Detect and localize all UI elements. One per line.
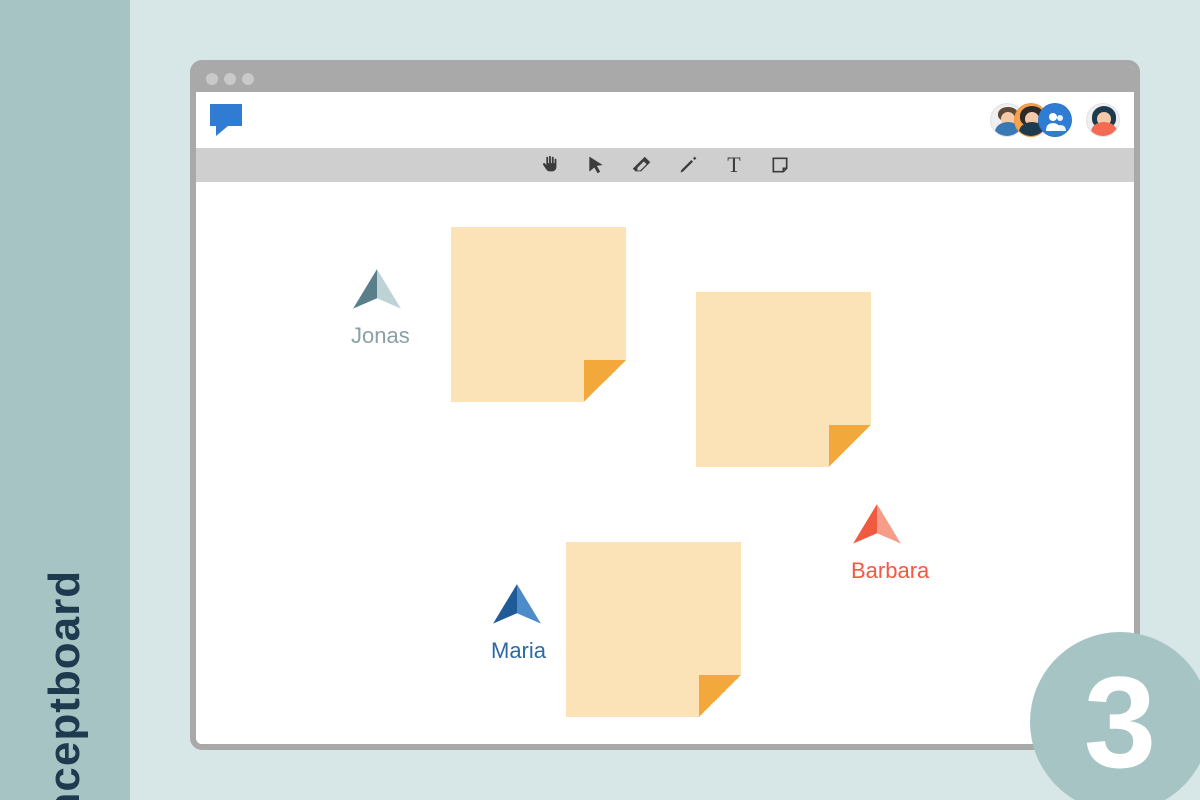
collaborator-avatars <box>990 103 1120 137</box>
app-window: T Jonas <box>190 60 1140 750</box>
toolbar: T <box>196 148 1134 182</box>
sticky-note[interactable] <box>566 542 741 717</box>
brand-sidebar: Conceptboard <box>0 0 130 800</box>
collaborator-cursor: Jonas <box>351 267 410 349</box>
sticky-note[interactable] <box>451 227 626 402</box>
sticky-tool-icon[interactable] <box>769 154 791 176</box>
collaborator-cursor: Barbara <box>851 502 929 584</box>
cursor-label: Barbara <box>851 558 929 584</box>
pointer-tool-icon[interactable] <box>585 154 607 176</box>
window-control-dot[interactable] <box>206 73 218 85</box>
header-bar <box>196 92 1134 148</box>
cursor-arrow-icon <box>351 267 403 319</box>
avatar-user[interactable] <box>1086 103 1120 137</box>
pen-tool-icon[interactable] <box>677 154 699 176</box>
sticky-fold-icon <box>584 360 626 402</box>
sticky-note[interactable] <box>696 292 871 467</box>
eraser-tool-icon[interactable] <box>631 154 653 176</box>
avatar-group-icon[interactable] <box>1038 103 1072 137</box>
chat-logo-icon[interactable] <box>210 104 246 136</box>
window-titlebar <box>196 66 1134 92</box>
text-tool-icon[interactable]: T <box>723 154 745 176</box>
main-area: T Jonas <box>130 0 1200 800</box>
cursor-arrow-icon <box>491 582 543 634</box>
cursor-label: Jonas <box>351 323 410 349</box>
sticky-fold-icon <box>699 675 741 717</box>
cursor-arrow-icon <box>851 502 903 554</box>
brand-label: Conceptboard <box>40 570 90 800</box>
collaborator-cursor: Maria <box>491 582 546 664</box>
hand-tool-icon[interactable] <box>539 154 561 176</box>
cursor-label: Maria <box>491 638 546 664</box>
whiteboard-canvas[interactable]: Jonas Maria Barbara <box>196 182 1134 744</box>
step-number: 3 <box>1084 647 1156 797</box>
window-control-dot[interactable] <box>242 73 254 85</box>
window-control-dot[interactable] <box>224 73 236 85</box>
sticky-fold-icon <box>829 425 871 467</box>
